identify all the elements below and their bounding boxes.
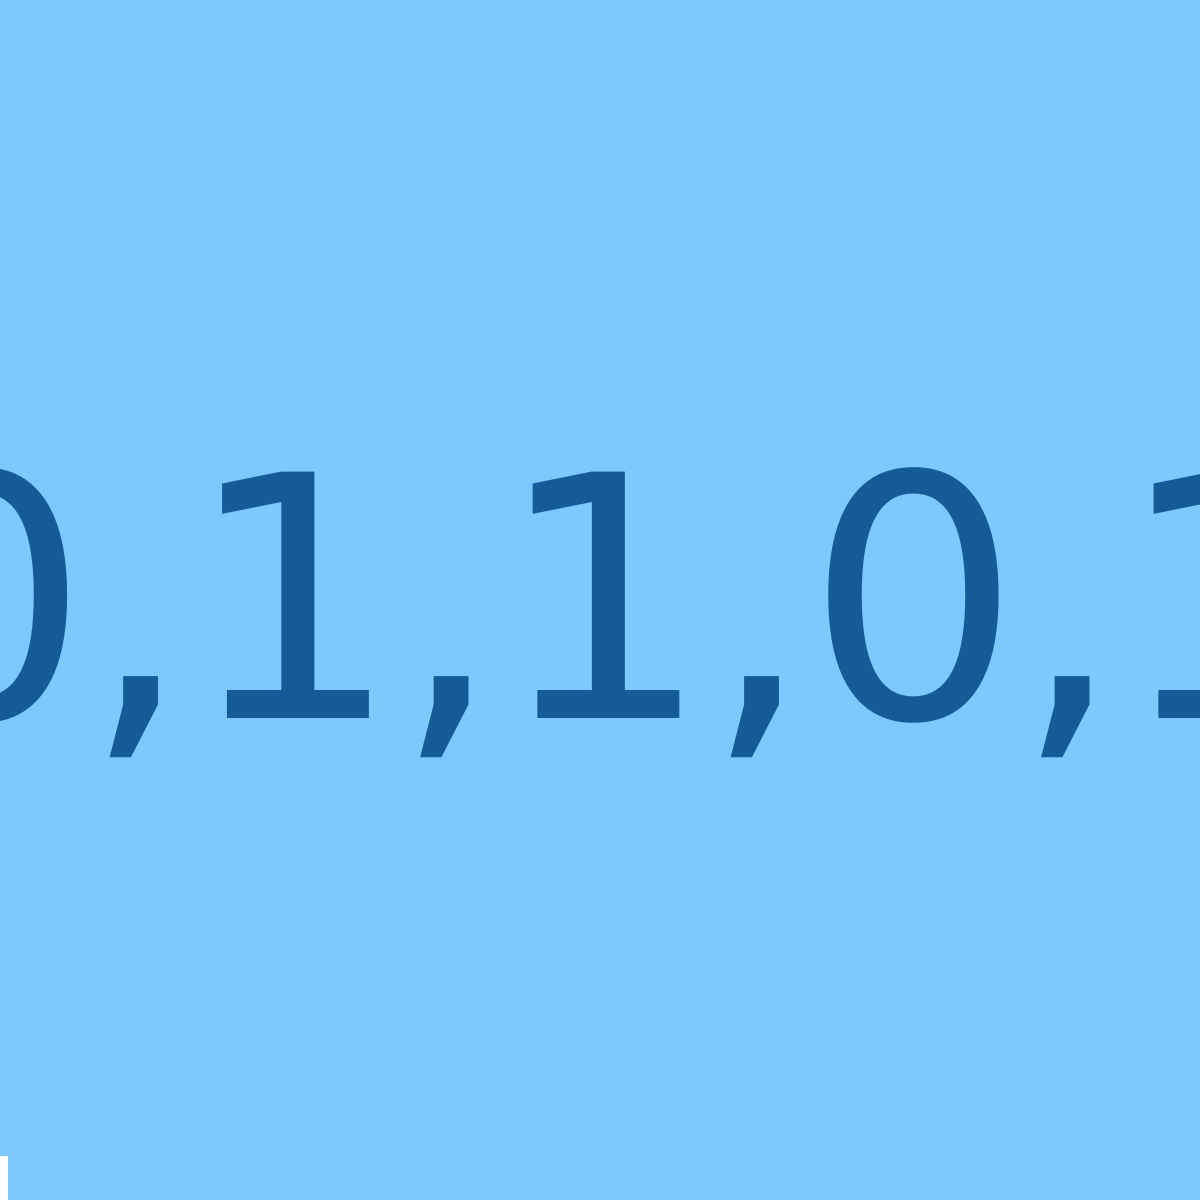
binary-array-text: [0,1,1,0,1]	[0, 404, 1200, 798]
tile-canvas: [0,1,1,0,1]	[0, 0, 1200, 1200]
corner-marker	[0, 1156, 8, 1200]
